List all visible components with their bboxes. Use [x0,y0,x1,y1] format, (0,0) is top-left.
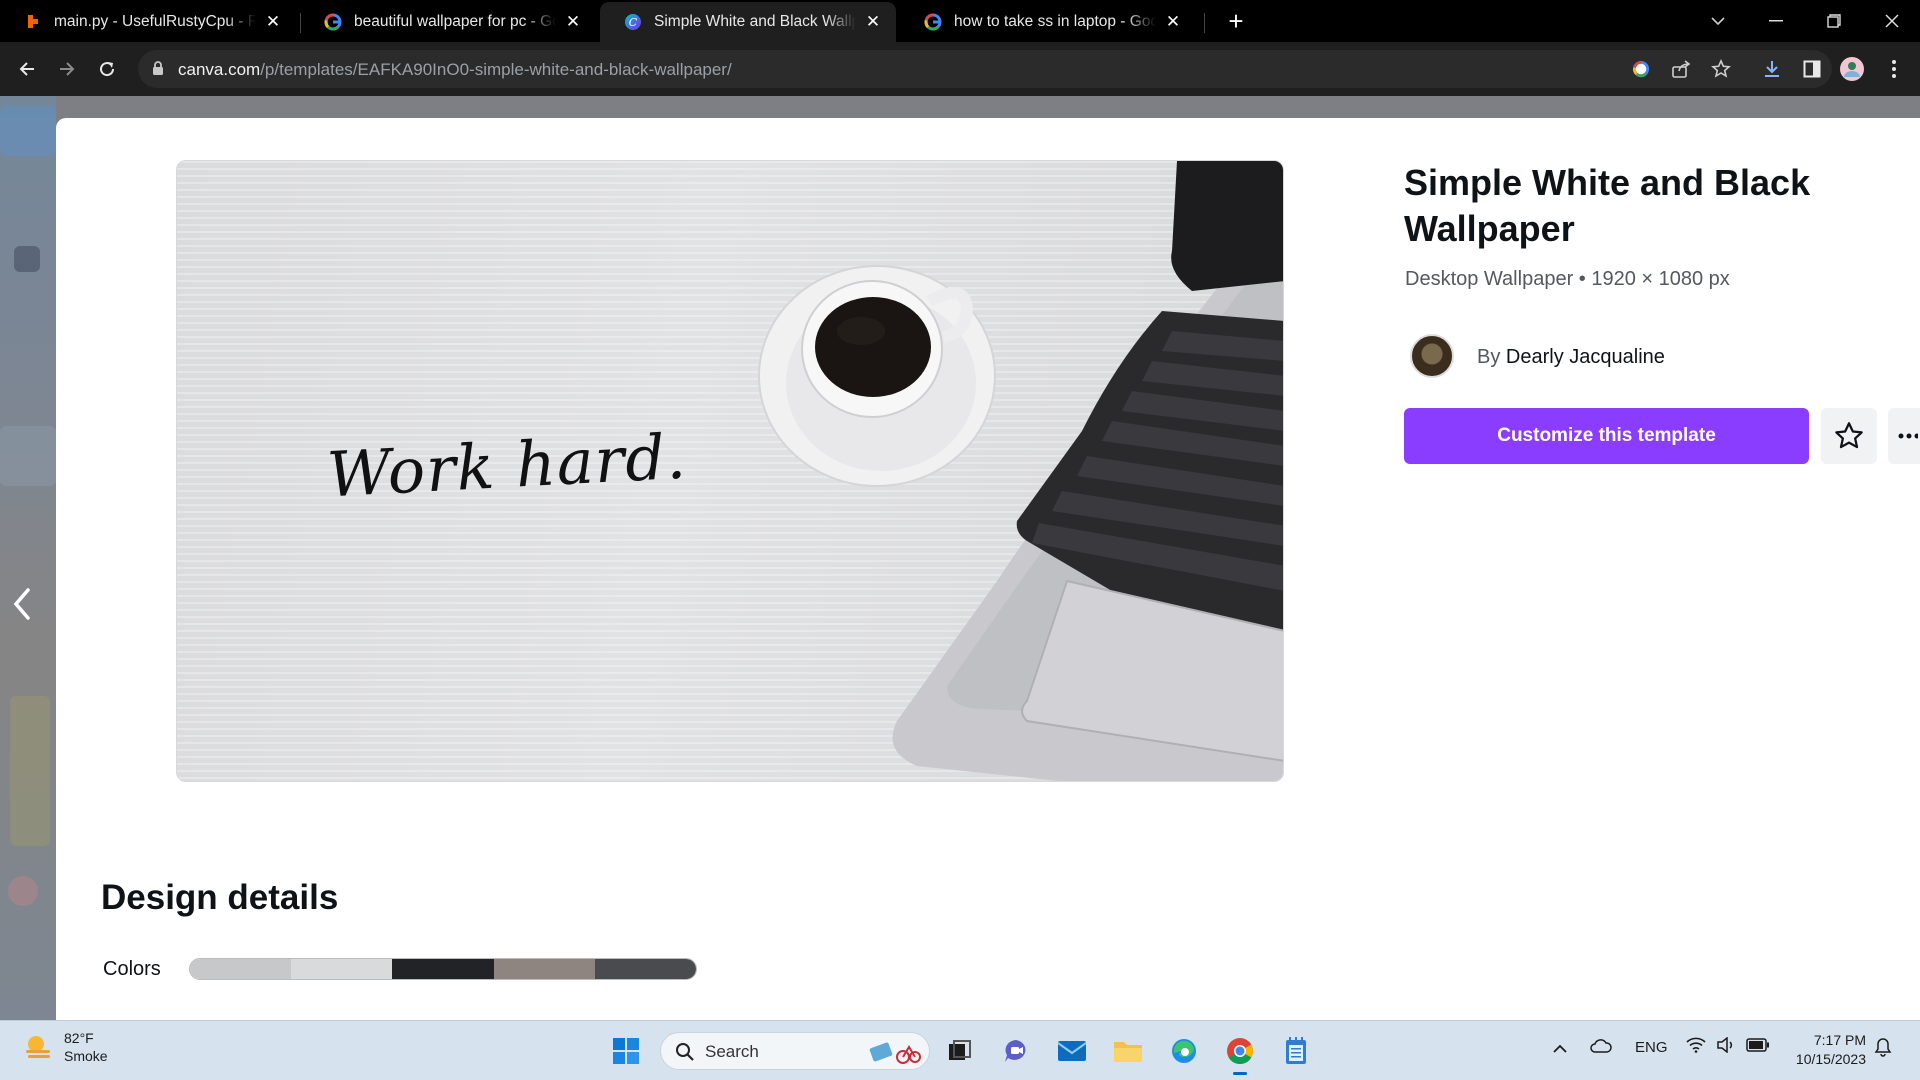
tab-canva-template[interactable]: C Simple White and Black Wallpap ✕ [600,2,896,42]
search-icon [676,1043,694,1061]
new-tab-button[interactable]: + [1222,8,1250,36]
by-prefix: By [1477,346,1501,368]
notepad-icon[interactable] [1276,1031,1316,1071]
url-host: canva.com [178,60,261,79]
favorite-button[interactable] [1821,408,1877,464]
customize-template-button[interactable]: Customize this template [1404,408,1809,464]
tab-title: how to take ss in laptop - Googl [954,13,1156,30]
template-title: Simple White and Black Wallpaper [1404,162,1811,249]
close-tab-icon[interactable]: ✕ [864,13,882,31]
previous-template-arrow-icon[interactable] [10,586,34,622]
system-clock[interactable]: 7:17 PM 10/15/2023 [1786,1031,1866,1069]
more-options-button[interactable] [1888,408,1920,464]
blurred-avatar [8,876,38,906]
tab-google-screenshot[interactable]: how to take ss in laptop - Googl ✕ [900,2,1196,42]
canva-logo-blurred [0,106,56,156]
blurred-card [0,426,56,486]
replit-icon [24,13,42,31]
file-explorer-icon[interactable] [1108,1031,1148,1071]
wifi-icon[interactable] [1686,1037,1706,1057]
notification-bell-icon[interactable] [1874,1037,1892,1061]
address-bar[interactable]: canva.com/p/templates/EAFKA90InO0-simple… [138,50,1832,88]
windows-taskbar: 82°F Smoke Search ENG 7:17 PM 10/15/2023 [0,1020,1920,1080]
url-text[interactable]: canva.com/p/templates/EAFKA90InO0-simple… [178,60,732,80]
share-icon[interactable] [1670,58,1692,80]
design-details-heading: Design details [101,878,339,917]
page-viewport: Work hard. Simple White and Black Wallpa… [0,96,1920,1020]
task-view-icon[interactable] [940,1031,980,1071]
google-icon [324,13,342,31]
sun-haze-icon [26,1036,50,1058]
restore-button[interactable] [1806,0,1862,42]
show-hidden-icons-chevron-icon[interactable] [1552,1041,1568,1058]
color-swatch[interactable] [190,959,292,979]
clock-time: 7:17 PM [1813,1032,1866,1048]
url-path: /p/templates/EAFKA90InO0-simple-white-an… [260,60,732,79]
menu-kebab-icon[interactable] [1880,55,1908,83]
author-name-link[interactable]: Dearly Jacqualine [1506,346,1665,368]
mail-icon[interactable] [1052,1031,1092,1071]
author-byline: By Dearly Jacqualine [1477,346,1665,369]
teams-chat-icon[interactable] [996,1031,1036,1071]
browser-toolbar: canva.com/p/templates/EAFKA90InO0-simple… [0,42,1920,96]
forward-arrow-icon[interactable] [52,54,82,84]
weather-widget[interactable]: 82°F Smoke [22,1029,108,1065]
close-tab-icon[interactable]: ✕ [264,13,282,31]
bookmark-star-icon[interactable] [1710,58,1732,80]
tab-title: main.py - UsefulRustyCpu - Repl [54,13,256,30]
google-lens-icon[interactable] [1630,58,1652,80]
close-tab-icon[interactable]: ✕ [564,13,582,31]
blurred-card [10,696,50,846]
tab-title: beautiful wallpaper for pc - Goo [354,13,556,30]
download-icon[interactable] [1758,55,1786,83]
clock-date: 10/15/2023 [1795,1051,1866,1067]
color-swatch[interactable] [291,959,393,979]
back-arrow-icon[interactable] [12,54,42,84]
colors-label: Colors [103,958,161,980]
tab-google-wallpaper[interactable]: beautiful wallpaper for pc - Goo ✕ [300,2,596,42]
color-swatch[interactable] [493,959,595,979]
background-page-overlay [0,96,56,1020]
close-tab-icon[interactable]: ✕ [1164,13,1182,31]
browser-tab-strip: main.py - UsefulRustyCpu - Repl ✕ beauti… [0,0,1920,42]
battery-icon[interactable] [1746,1038,1770,1056]
tab-replit[interactable]: main.py - UsefulRustyCpu - Repl ✕ [0,2,296,42]
tab-search-chevron-icon[interactable] [1690,0,1746,42]
star-icon [1835,422,1863,449]
taskbar-search-box[interactable]: Search [660,1032,930,1070]
template-detail-modal: Work hard. Simple White and Black Wallpa… [56,118,1920,1020]
tab-title: Simple White and Black Wallpap [654,13,856,30]
search-highlight-icon [869,1042,921,1064]
language-indicator[interactable]: ENG [1635,1039,1668,1056]
weather-temperature: 82°F [64,1030,94,1046]
color-swatch[interactable] [392,959,494,979]
close-window-button[interactable] [1864,0,1920,42]
canva-icon: C [624,13,642,31]
google-icon [924,13,942,31]
template-meta: Desktop Wallpaper • 1920 × 1080 px [1405,268,1730,290]
more-dots-icon [1898,433,1918,439]
author-avatar[interactable] [1410,334,1454,378]
volume-icon[interactable] [1716,1036,1736,1057]
windows-start-icon[interactable] [606,1031,646,1071]
minimize-button[interactable] [1748,0,1804,42]
color-swatch[interactable] [594,959,696,979]
search-placeholder: Search [705,1042,759,1061]
reload-icon[interactable] [92,54,122,84]
blurred-icon [14,246,40,272]
svg-text:C: C [629,16,638,29]
template-preview-image[interactable]: Work hard. [176,160,1284,782]
onedrive-cloud-icon[interactable] [1590,1039,1612,1057]
profile-avatar-icon[interactable] [1838,55,1866,83]
color-palette [189,958,697,980]
weather-description: Smoke [64,1048,108,1064]
tab-separator [1204,13,1205,33]
chrome-browser-icon[interactable] [1220,1031,1260,1075]
side-panel-icon[interactable] [1798,55,1826,83]
lock-icon[interactable] [152,61,164,81]
edge-browser-icon[interactable] [1164,1031,1204,1071]
